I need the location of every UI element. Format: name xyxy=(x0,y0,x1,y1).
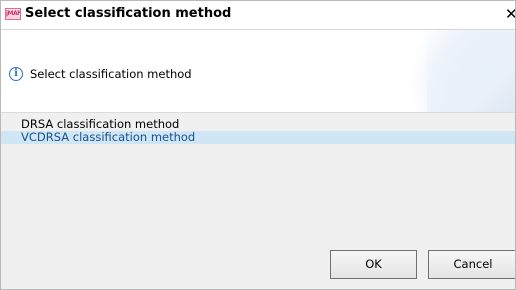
header-decoration-gradient xyxy=(427,30,515,112)
ok-button[interactable]: OK xyxy=(330,250,417,279)
select-classification-dialog: jMAF Select classification method ✕ i Se… xyxy=(0,0,516,290)
header-message: Select classification method xyxy=(30,67,192,81)
classification-method-list[interactable]: DRSA classification method VCDRSA classi… xyxy=(1,113,515,231)
app-icon: jMAF xyxy=(5,8,21,20)
cancel-button[interactable]: Cancel xyxy=(428,250,515,279)
dialog-header: i Select classification method xyxy=(1,30,515,112)
close-icon[interactable]: ✕ xyxy=(505,5,515,23)
list-item-vcdrsa[interactable]: VCDRSA classification method xyxy=(1,131,515,144)
title-bar[interactable]: jMAF Select classification method ✕ xyxy=(1,1,515,30)
dialog-title: Select classification method xyxy=(25,6,232,21)
info-icon: i xyxy=(9,67,23,81)
